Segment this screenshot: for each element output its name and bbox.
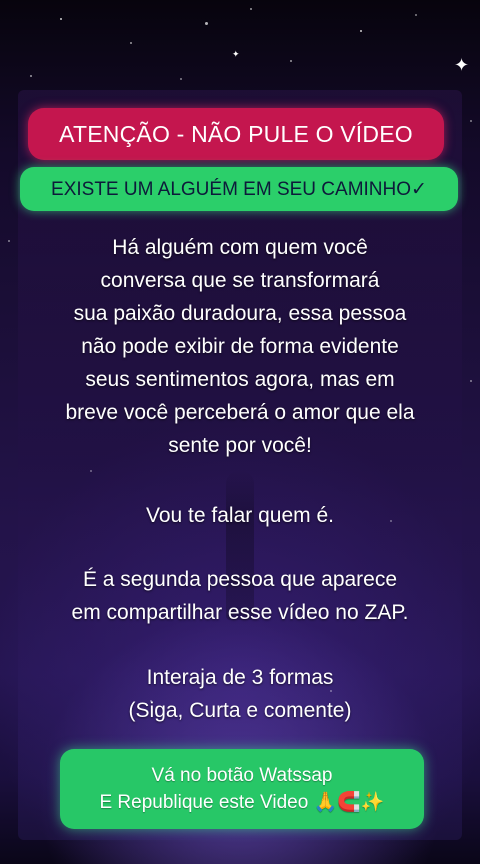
cta-line-1: Vá no botão Watssap [151,765,333,786]
star [30,75,32,77]
message-paragraph-3: É a segunda pessoa que aparece em compar… [71,568,409,624]
star [415,14,417,16]
subtitle-text: EXISTE UM ALGUÉM EM SEU CAMINHO✓ [51,178,427,200]
subtitle-banner: EXISTE UM ALGUÉM EM SEU CAMINHO✓ [20,167,458,211]
star [470,120,472,122]
star [470,380,472,382]
message-paragraph-1: Há alguém com quem você conversa que se … [65,236,415,457]
star [205,22,208,25]
sparkle-star-icon: ✦ [454,55,470,75]
star [8,240,10,242]
republish-cta-box: Vá no botão Watssap E Republique este Vi… [60,749,424,829]
star [90,470,92,472]
star [180,78,182,80]
star [250,8,252,10]
star [360,30,362,32]
star [60,18,62,20]
cta-line-2: E Republique este Video 🙏🧲✨ [99,792,385,813]
message-paragraph-4: Interaja de 3 formas (Siga, Curta e come… [128,666,352,722]
alert-banner: ATENÇÃO - NÃO PULE O VÍDEO [28,108,444,160]
video-frame: ✦ ✦ ATENÇÃO - NÃO PULE O VÍDEO EXISTE UM… [0,0,480,864]
star [130,42,132,44]
alert-text: ATENÇÃO - NÃO PULE O VÍDEO [59,120,413,147]
message-paragraph-2: Vou te falar quem é. [146,504,334,527]
sparkle-star-icon: ✦ [232,49,240,59]
star [290,60,292,62]
